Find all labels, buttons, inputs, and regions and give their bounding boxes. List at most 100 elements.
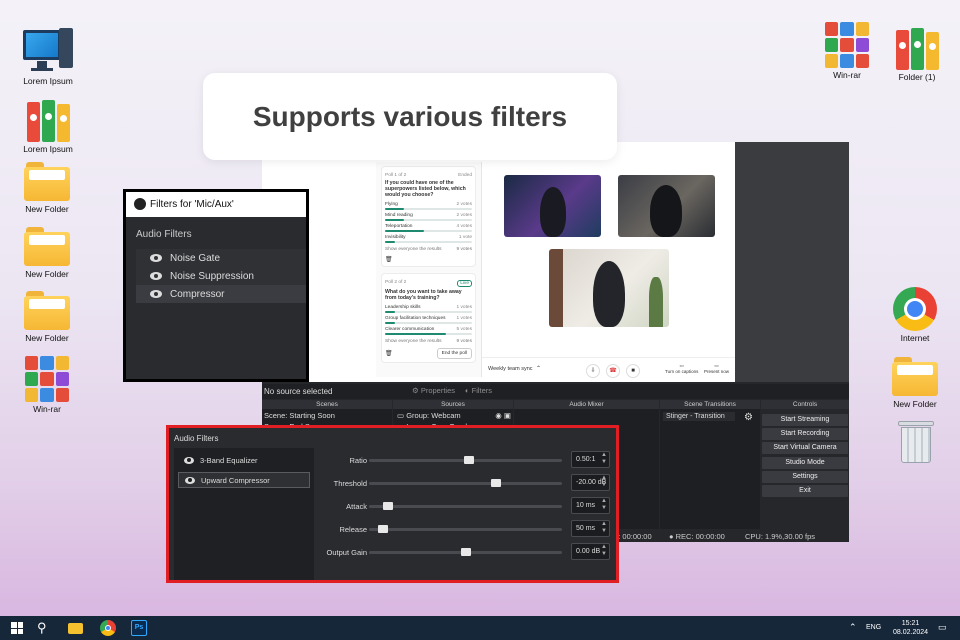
search-icon[interactable]: ⚲ bbox=[37, 620, 53, 636]
slider-handle[interactable] bbox=[383, 502, 394, 510]
slider-handle[interactable] bbox=[464, 456, 475, 464]
windows-start-icon[interactable] bbox=[9, 620, 25, 636]
clock[interactable]: 15:21 08.02.2024 bbox=[893, 619, 928, 637]
desktop-icon-lorem-ipsum-pc[interactable]: Lorem Ipsum bbox=[13, 28, 83, 86]
trash-icon[interactable]: 🗑 bbox=[385, 256, 472, 263]
slider-handle[interactable] bbox=[377, 525, 388, 533]
param-label: Release bbox=[339, 525, 367, 534]
desktop-icon-win-rar-left[interactable]: Win-rar bbox=[12, 356, 82, 414]
chevron-up-icon[interactable]: ⌃ bbox=[536, 365, 541, 372]
transition-select[interactable]: Stinger - Transition bbox=[663, 412, 735, 421]
eye-icon[interactable] bbox=[150, 272, 162, 280]
param-spinbox[interactable]: -20.00 dB ▲ ▼ bbox=[571, 474, 610, 491]
desktop-icon-new-folder-1[interactable]: New Folder bbox=[12, 162, 82, 214]
desktop-icon-lorem-ipsum-binders[interactable]: Lorem Ipsum bbox=[13, 96, 83, 154]
present-button[interactable]: ▭ Present now bbox=[704, 363, 729, 374]
binders-icon bbox=[894, 24, 940, 70]
computer-icon bbox=[23, 28, 73, 74]
scene-item[interactable]: Scene: Starting Soon bbox=[262, 409, 392, 422]
studio-mode-button[interactable]: Studio Mode bbox=[762, 457, 848, 469]
slider-handle[interactable] bbox=[460, 548, 471, 556]
eye-icon[interactable] bbox=[184, 456, 194, 464]
filters-button[interactable]: ◐ Filters bbox=[465, 386, 492, 395]
desktop-icon-label: New Folder bbox=[893, 399, 937, 409]
gear-icon[interactable]: ⚙ bbox=[744, 412, 753, 423]
eye-icon[interactable] bbox=[150, 254, 162, 262]
desktop-icon-new-folder-right[interactable]: New Folder bbox=[880, 357, 950, 409]
param-slider[interactable] bbox=[369, 456, 562, 464]
audio-filters-panel: Audio Filters 3-Band Equalizer Upward Co… bbox=[166, 425, 619, 583]
poll-status: Live bbox=[457, 280, 472, 287]
desktop-icon-label: Lorem Ipsum bbox=[23, 144, 73, 154]
notification-icon[interactable]: ▭ bbox=[938, 622, 947, 633]
filter-item-noise-gate[interactable]: Noise Gate bbox=[136, 249, 306, 267]
spin-arrows-icon[interactable]: ▲ ▼ bbox=[601, 521, 607, 535]
poll-option: Group facilitation techniques 1 votes bbox=[385, 316, 472, 324]
eye-icon[interactable] bbox=[150, 290, 162, 298]
poll-option: Flying 2 votes bbox=[385, 202, 472, 210]
taskbar: ⚲ Ps ⌃ ENG 15:21 08.02.2024 ▭ bbox=[0, 616, 960, 640]
desktop-icon-label: New Folder bbox=[25, 204, 69, 214]
chrome-icon[interactable] bbox=[100, 620, 116, 636]
window-title: Filters for 'Mic/Aux' bbox=[150, 199, 234, 210]
dock-header-controls: Controls bbox=[761, 400, 849, 409]
video-tile-3 bbox=[549, 249, 669, 327]
poll-show-results[interactable]: Show everyone the results bbox=[385, 339, 442, 344]
trash-icon[interactable]: 🗑 bbox=[385, 350, 393, 357]
photoshop-icon[interactable]: Ps bbox=[131, 620, 147, 636]
spin-arrows-icon[interactable]: ▲ ▼ bbox=[601, 475, 607, 489]
desktop-icon-new-folder-2[interactable]: New Folder bbox=[12, 227, 82, 279]
poll-card-1: Poll 1 of 2 Ended If you could have one o… bbox=[381, 166, 476, 267]
spin-arrows-icon[interactable]: ▲ ▼ bbox=[601, 498, 607, 512]
settings-button[interactable]: Settings bbox=[762, 471, 848, 483]
eye-icon[interactable]: ◉ ▣ bbox=[495, 411, 511, 420]
param-slider[interactable] bbox=[369, 548, 562, 556]
param-ratio: Ratio 0.50:1 ▲ ▼ bbox=[319, 450, 612, 470]
desktop-icon-win-rar-right[interactable]: Win-rar bbox=[812, 22, 882, 80]
desktop-icon-recycle-bin[interactable] bbox=[881, 418, 951, 464]
param-label: Ratio bbox=[349, 456, 367, 465]
filter-item-compressor[interactable]: Compressor bbox=[136, 285, 306, 303]
poll-total: 9 votes bbox=[456, 339, 472, 344]
param-slider[interactable] bbox=[369, 502, 562, 510]
dock-header-audio-mixer: Audio Mixer bbox=[514, 400, 659, 409]
file-explorer-icon[interactable] bbox=[68, 620, 84, 636]
filter-item-noise-suppression[interactable]: Noise Suppression bbox=[136, 267, 306, 285]
desktop-icon-new-folder-3[interactable]: New Folder bbox=[12, 291, 82, 343]
recycle-bin-icon bbox=[898, 418, 934, 464]
folder-icon bbox=[24, 227, 70, 267]
eye-icon[interactable] bbox=[185, 476, 195, 484]
param-spinbox[interactable]: 0.00 dB ▲ ▼ bbox=[571, 543, 610, 560]
captions-button[interactable]: ▭ Turn on captions bbox=[665, 363, 698, 374]
desktop-icon-internet[interactable]: Internet bbox=[880, 287, 950, 343]
desktop-icon-folder-1[interactable]: Folder (1) bbox=[882, 24, 952, 82]
spin-arrows-icon[interactable]: ▲ ▼ bbox=[601, 544, 607, 558]
start-recording-button[interactable]: Start Recording bbox=[762, 428, 848, 440]
hang-up-icon[interactable]: ☎ bbox=[606, 364, 620, 378]
source-item[interactable]: ▭ Group: Webcam ◉ ▣ bbox=[393, 409, 513, 422]
param-slider[interactable] bbox=[369, 479, 562, 487]
desktop-icon-label: New Folder bbox=[25, 269, 69, 279]
start-streaming-button[interactable]: Start Streaming bbox=[762, 414, 848, 426]
poll-show-results[interactable]: Show everyone the results bbox=[385, 247, 442, 252]
end-poll-button[interactable]: End the poll bbox=[436, 348, 472, 359]
desktop-icon-label: Folder (1) bbox=[898, 72, 936, 82]
slider-handle[interactable] bbox=[491, 479, 502, 487]
mic-icon[interactable]: ⇩ bbox=[586, 364, 600, 378]
param-spinbox[interactable]: 0.50:1 ▲ ▼ bbox=[571, 451, 610, 468]
camera-icon[interactable]: ■ bbox=[626, 364, 640, 378]
param-spinbox[interactable]: 50 ms ▲ ▼ bbox=[571, 520, 610, 537]
filter-item-upward-compressor[interactable]: Upward Compressor bbox=[178, 472, 310, 488]
exit-button[interactable]: Exit bbox=[762, 485, 848, 497]
filter-item-3-band-equalizer[interactable]: 3-Band Equalizer bbox=[178, 452, 310, 468]
poll-tag: Poll 1 of 2 bbox=[385, 173, 407, 178]
properties-button[interactable]: ⚙ Properties bbox=[412, 386, 455, 395]
start-virtual-camera-button[interactable]: Start Virtual Camera bbox=[762, 442, 848, 454]
spin-arrows-icon[interactable]: ▲ ▼ bbox=[601, 452, 607, 466]
clock-date: 08.02.2024 bbox=[893, 629, 929, 636]
language-indicator[interactable]: ENG bbox=[866, 624, 881, 631]
chevron-up-icon[interactable]: ⌃ bbox=[849, 622, 857, 633]
poll-tag: Poll 2 of 2 bbox=[385, 280, 407, 285]
param-slider[interactable] bbox=[369, 525, 562, 533]
param-spinbox[interactable]: 10 ms ▲ ▼ bbox=[571, 497, 610, 514]
